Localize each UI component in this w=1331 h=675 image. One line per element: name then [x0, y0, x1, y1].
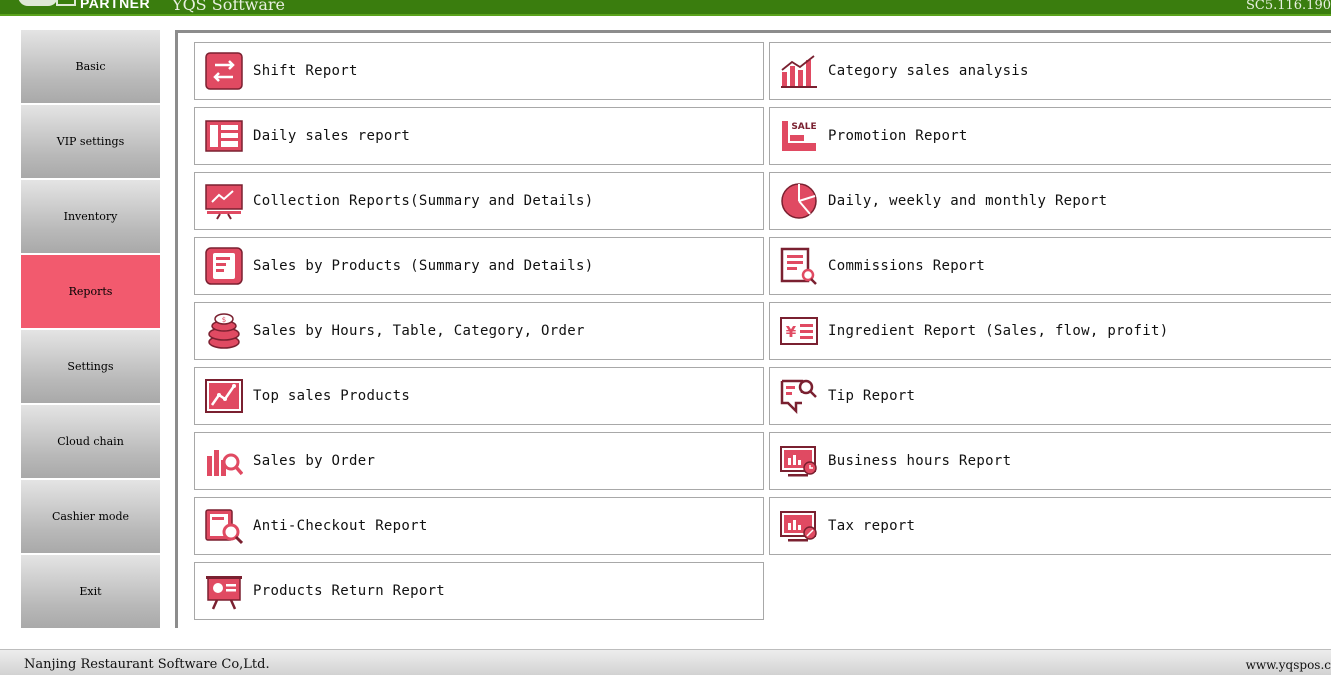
- sidebar-nav: Basic VIP settings Inventory Reports Set…: [21, 30, 160, 630]
- shift-report-icon: [205, 52, 243, 90]
- monitor-clock-icon: [780, 446, 817, 477]
- version-label: SC5.116.190: [1245, 0, 1331, 13]
- sidebar-item-inventory[interactable]: Inventory: [21, 180, 160, 253]
- tile-label: Business hours Report: [828, 453, 1012, 469]
- tile-label: Sales by Hours, Table, Category, Order: [253, 323, 585, 339]
- logo-mark: [56, 0, 76, 6]
- business-hours-tile[interactable]: Business hours Report: [769, 432, 1331, 490]
- top-sales-tile[interactable]: Top sales Products: [194, 367, 764, 425]
- sidebar-item-label: Cloud chain: [57, 435, 124, 448]
- sales-by-hours-tile[interactable]: $ Sales by Hours, Table, Category, Order: [194, 302, 764, 360]
- sidebar-item-settings[interactable]: Settings: [21, 330, 160, 403]
- sidebar-item-label: Basic: [75, 60, 106, 73]
- sales-by-products-icon: [205, 247, 243, 285]
- presentation-icon: [206, 576, 242, 610]
- tile-label: Promotion Report: [828, 128, 968, 144]
- commissions-report-tile[interactable]: Commissions Report: [769, 237, 1331, 295]
- yen-list-icon: ¥: [780, 317, 818, 345]
- tip-search-icon: [780, 379, 817, 415]
- collection-report-tile[interactable]: Collection Reports(Summary and Details): [194, 172, 764, 230]
- sidebar-item-label: Inventory: [63, 210, 118, 223]
- pie-chart-icon: [781, 183, 817, 219]
- tile-label: Anti-Checkout Report: [253, 518, 428, 534]
- collection-report-icon: [205, 184, 243, 220]
- reports-panel: Shift Report Daily sales report Collecti…: [175, 30, 1331, 628]
- tip-report-tile[interactable]: Tip Report: [769, 367, 1331, 425]
- daily-weekly-monthly-tile[interactable]: Daily, weekly and monthly Report: [769, 172, 1331, 230]
- sidebar-item-reports[interactable]: Reports: [21, 255, 160, 328]
- doc-search-icon: [780, 247, 817, 285]
- anti-checkout-icon: [205, 509, 243, 545]
- svg-text:¥: ¥: [786, 323, 797, 341]
- tile-label: Sales by Products (Summary and Details): [253, 258, 594, 274]
- products-return-tile[interactable]: Products Return Report: [194, 562, 764, 620]
- sidebar-item-label: VIP settings: [56, 135, 125, 148]
- category-sales-tile[interactable]: Category sales analysis: [769, 42, 1331, 100]
- tile-label: Shift Report: [253, 63, 358, 79]
- tile-label: Tip Report: [828, 388, 916, 404]
- sidebar-item-cloud-chain[interactable]: Cloud chain: [21, 405, 160, 478]
- bar-search-icon: [207, 450, 243, 476]
- sales-by-products-tile[interactable]: Sales by Products (Summary and Details): [194, 237, 764, 295]
- sidebar-item-exit[interactable]: Exit: [21, 555, 160, 628]
- tile-label: Daily, weekly and monthly Report: [828, 193, 1108, 209]
- brand-name: PARTNER: [80, 0, 151, 11]
- svg-text:$: $: [222, 316, 226, 324]
- category-bars-icon: [781, 55, 817, 88]
- tile-label: Commissions Report: [828, 258, 986, 274]
- trend-chart-icon: [205, 379, 243, 413]
- promotion-report-tile[interactable]: SALE Promotion Report: [769, 107, 1331, 165]
- sidebar-item-label: Reports: [68, 285, 113, 298]
- sale-tag-icon: SALE: [782, 121, 817, 151]
- sidebar-item-basic[interactable]: Basic: [21, 30, 160, 103]
- website-link[interactable]: www.yqspos.c: [1246, 658, 1331, 672]
- tile-label: Daily sales report: [253, 128, 411, 144]
- tile-label: Products Return Report: [253, 583, 446, 599]
- sidebar-item-label: Cashier mode: [51, 510, 130, 523]
- sidebar-item-label: Exit: [79, 585, 102, 598]
- tile-label: Category sales analysis: [828, 63, 1029, 79]
- svg-text:SALE: SALE: [791, 122, 816, 132]
- tile-label: Top sales Products: [253, 388, 411, 404]
- tile-label: Sales by Order: [253, 453, 376, 469]
- logo-icon: [18, 0, 58, 6]
- sidebar-item-label: Settings: [67, 360, 114, 373]
- daily-sales-icon: [205, 120, 243, 152]
- sidebar-item-vip-settings[interactable]: VIP settings: [21, 105, 160, 178]
- shift-report-tile[interactable]: Shift Report: [194, 42, 764, 100]
- tile-label: Tax report: [828, 518, 916, 534]
- tax-report-tile[interactable]: Tax report: [769, 497, 1331, 555]
- anti-checkout-tile[interactable]: Anti-Checkout Report: [194, 497, 764, 555]
- monitor-tax-icon: [780, 511, 817, 542]
- app-title: YQS Software: [172, 0, 286, 14]
- title-bar: PARTNER YQS Software SC5.116.190: [0, 0, 1331, 16]
- daily-sales-tile[interactable]: Daily sales report: [194, 107, 764, 165]
- status-bar: Nanjing Restaurant Software Co,Ltd. www.…: [0, 649, 1331, 675]
- coins-icon: $: [208, 313, 240, 349]
- tile-label: Ingredient Report (Sales, flow, profit): [828, 323, 1169, 339]
- sales-by-order-tile[interactable]: Sales by Order: [194, 432, 764, 490]
- ingredient-report-tile[interactable]: ¥ Ingredient Report (Sales, flow, profit…: [769, 302, 1331, 360]
- company-name: Nanjing Restaurant Software Co,Ltd.: [24, 657, 270, 672]
- tile-label: Collection Reports(Summary and Details): [253, 193, 594, 209]
- sidebar-item-cashier-mode[interactable]: Cashier mode: [21, 480, 160, 553]
